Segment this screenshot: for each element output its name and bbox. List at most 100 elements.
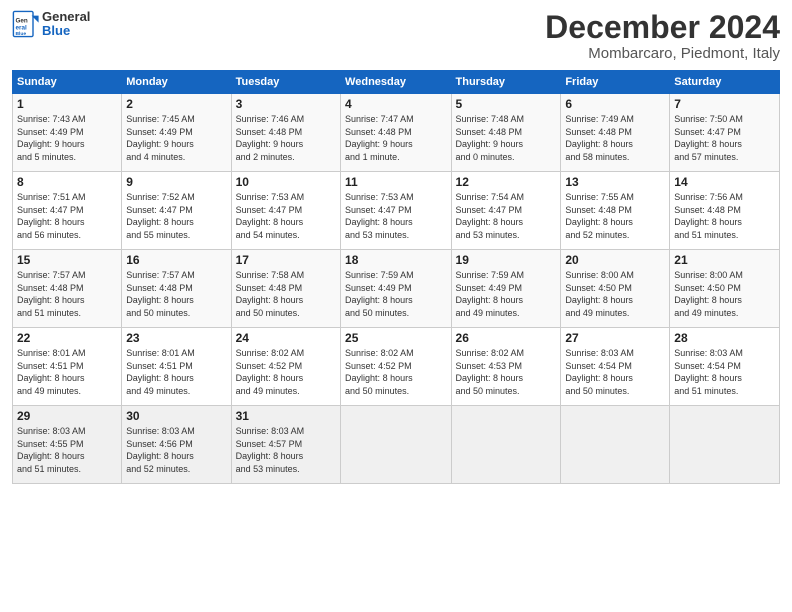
day-number: 9 xyxy=(126,175,226,189)
calendar-cell: 7 Sunrise: 7:50 AM Sunset: 4:47 PM Daylig… xyxy=(670,94,780,172)
day-number: 22 xyxy=(17,331,117,345)
calendar-cell: 31 Sunrise: 8:03 AM Sunset: 4:57 PM Dayli… xyxy=(231,406,340,484)
calendar-cell: 15Sunrise: 7:57 AM Sunset: 4:48 PM Dayli… xyxy=(13,250,122,328)
day-number: 26 xyxy=(456,331,557,345)
day-number: 18 xyxy=(345,253,446,267)
logo: Gen eral Blue General Blue xyxy=(12,10,90,39)
day-detail: Sunrise: 8:03 AM Sunset: 4:55 PM Dayligh… xyxy=(17,425,117,475)
day-detail: Sunrise: 8:01 AM Sunset: 4:51 PM Dayligh… xyxy=(17,347,117,397)
col-sunday: Sunday xyxy=(13,71,122,94)
day-detail: Sunrise: 7:58 AM Sunset: 4:48 PM Dayligh… xyxy=(236,269,336,319)
logo-blue: Blue xyxy=(42,24,90,38)
day-number: 17 xyxy=(236,253,336,267)
col-tuesday: Tuesday xyxy=(231,71,340,94)
main-container: Gen eral Blue General Blue December 2024… xyxy=(0,0,792,494)
day-detail: Sunrise: 7:52 AM Sunset: 4:47 PM Dayligh… xyxy=(126,191,226,241)
calendar-cell: 21Sunrise: 8:00 AM Sunset: 4:50 PM Dayli… xyxy=(670,250,780,328)
calendar-cell: 3Sunrise: 7:46 AM Sunset: 4:48 PM Daylig… xyxy=(231,94,340,172)
col-monday: Monday xyxy=(122,71,231,94)
day-detail: Sunrise: 7:53 AM Sunset: 4:47 PM Dayligh… xyxy=(236,191,336,241)
calendar-cell: 28Sunrise: 8:03 AM Sunset: 4:54 PM Dayli… xyxy=(670,328,780,406)
calendar-cell: 1 Sunrise: 7:43 AM Sunset: 4:49 PM Daylig… xyxy=(13,94,122,172)
month-title: December 2024 xyxy=(545,10,780,45)
day-detail: Sunrise: 7:50 AM Sunset: 4:47 PM Dayligh… xyxy=(674,113,775,163)
day-detail: Sunrise: 7:59 AM Sunset: 4:49 PM Dayligh… xyxy=(456,269,557,319)
svg-text:eral: eral xyxy=(16,25,27,32)
day-number: 1 xyxy=(17,97,117,111)
location: Mombarcaro, Piedmont, Italy xyxy=(545,45,780,62)
calendar-cell: 6Sunrise: 7:49 AM Sunset: 4:48 PM Daylig… xyxy=(561,94,670,172)
day-number: 11 xyxy=(345,175,446,189)
calendar-cell: 18 Sunrise: 7:59 AM Sunset: 4:49 PM Dayli… xyxy=(341,250,451,328)
day-number: 14 xyxy=(674,175,775,189)
calendar-week-4: 22 Sunrise: 8:01 AM Sunset: 4:51 PM Dayli… xyxy=(13,328,780,406)
svg-text:Gen: Gen xyxy=(16,18,28,25)
calendar-week-1: 1 Sunrise: 7:43 AM Sunset: 4:49 PM Daylig… xyxy=(13,94,780,172)
day-detail: Sunrise: 7:54 AM Sunset: 4:47 PM Dayligh… xyxy=(456,191,557,241)
logo-text: General Blue xyxy=(42,10,90,39)
calendar-cell: 16Sunrise: 7:57 AM Sunset: 4:48 PM Dayli… xyxy=(122,250,231,328)
calendar-cell: 25 Sunrise: 8:02 AM Sunset: 4:52 PM Dayli… xyxy=(341,328,451,406)
calendar-header-row: Sunday Monday Tuesday Wednesday Thursday… xyxy=(13,71,780,94)
calendar-cell xyxy=(341,406,451,484)
day-detail: Sunrise: 7:45 AM Sunset: 4:49 PM Dayligh… xyxy=(126,113,226,163)
calendar-cell: 10 Sunrise: 7:53 AM Sunset: 4:47 PM Dayli… xyxy=(231,172,340,250)
calendar-week-5: 29Sunrise: 8:03 AM Sunset: 4:55 PM Dayli… xyxy=(13,406,780,484)
calendar-week-2: 8 Sunrise: 7:51 AM Sunset: 4:47 PM Daylig… xyxy=(13,172,780,250)
calendar-week-3: 15Sunrise: 7:57 AM Sunset: 4:48 PM Dayli… xyxy=(13,250,780,328)
day-detail: Sunrise: 8:02 AM Sunset: 4:52 PM Dayligh… xyxy=(236,347,336,397)
day-number: 16 xyxy=(126,253,226,267)
day-detail: Sunrise: 7:53 AM Sunset: 4:47 PM Dayligh… xyxy=(345,191,446,241)
day-number: 5 xyxy=(456,97,557,111)
calendar-cell xyxy=(451,406,561,484)
day-detail: Sunrise: 8:03 AM Sunset: 4:57 PM Dayligh… xyxy=(236,425,336,475)
calendar-cell: 26 Sunrise: 8:02 AM Sunset: 4:53 PM Dayli… xyxy=(451,328,561,406)
logo-general: General xyxy=(42,10,90,24)
day-detail: Sunrise: 7:47 AM Sunset: 4:48 PM Dayligh… xyxy=(345,113,446,163)
day-number: 6 xyxy=(565,97,665,111)
calendar-cell: 11 Sunrise: 7:53 AM Sunset: 4:47 PM Dayli… xyxy=(341,172,451,250)
day-number: 2 xyxy=(126,97,226,111)
day-number: 25 xyxy=(345,331,446,345)
title-section: December 2024 Mombarcaro, Piedmont, Ital… xyxy=(545,10,780,62)
calendar-cell: 30 Sunrise: 8:03 AM Sunset: 4:56 PM Dayli… xyxy=(122,406,231,484)
day-detail: Sunrise: 8:02 AM Sunset: 4:52 PM Dayligh… xyxy=(345,347,446,397)
day-number: 12 xyxy=(456,175,557,189)
day-detail: Sunrise: 7:59 AM Sunset: 4:49 PM Dayligh… xyxy=(345,269,446,319)
day-detail: Sunrise: 7:56 AM Sunset: 4:48 PM Dayligh… xyxy=(674,191,775,241)
day-detail: Sunrise: 8:03 AM Sunset: 4:56 PM Dayligh… xyxy=(126,425,226,475)
day-number: 27 xyxy=(565,331,665,345)
col-friday: Friday xyxy=(561,71,670,94)
calendar-cell: 5 Sunrise: 7:48 AM Sunset: 4:48 PM Daylig… xyxy=(451,94,561,172)
logo-icon: Gen eral Blue xyxy=(12,10,40,38)
day-number: 28 xyxy=(674,331,775,345)
day-detail: Sunrise: 8:03 AM Sunset: 4:54 PM Dayligh… xyxy=(565,347,665,397)
calendar-cell xyxy=(670,406,780,484)
calendar-cell: 17 Sunrise: 7:58 AM Sunset: 4:48 PM Dayli… xyxy=(231,250,340,328)
day-number: 24 xyxy=(236,331,336,345)
calendar-cell: 13Sunrise: 7:55 AM Sunset: 4:48 PM Dayli… xyxy=(561,172,670,250)
calendar-cell: 24 Sunrise: 8:02 AM Sunset: 4:52 PM Dayli… xyxy=(231,328,340,406)
calendar-cell: 8 Sunrise: 7:51 AM Sunset: 4:47 PM Daylig… xyxy=(13,172,122,250)
day-number: 10 xyxy=(236,175,336,189)
day-number: 30 xyxy=(126,409,226,423)
calendar-cell: 22 Sunrise: 8:01 AM Sunset: 4:51 PM Dayli… xyxy=(13,328,122,406)
day-detail: Sunrise: 8:02 AM Sunset: 4:53 PM Dayligh… xyxy=(456,347,557,397)
day-detail: Sunrise: 7:48 AM Sunset: 4:48 PM Dayligh… xyxy=(456,113,557,163)
day-number: 4 xyxy=(345,97,446,111)
day-detail: Sunrise: 8:01 AM Sunset: 4:51 PM Dayligh… xyxy=(126,347,226,397)
day-number: 23 xyxy=(126,331,226,345)
calendar-cell xyxy=(561,406,670,484)
day-detail: Sunrise: 7:43 AM Sunset: 4:49 PM Dayligh… xyxy=(17,113,117,163)
calendar-cell: 20Sunrise: 8:00 AM Sunset: 4:50 PM Dayli… xyxy=(561,250,670,328)
day-number: 21 xyxy=(674,253,775,267)
calendar-cell: 14 Sunrise: 7:56 AM Sunset: 4:48 PM Dayli… xyxy=(670,172,780,250)
day-number: 31 xyxy=(236,409,336,423)
day-number: 3 xyxy=(236,97,336,111)
day-detail: Sunrise: 7:55 AM Sunset: 4:48 PM Dayligh… xyxy=(565,191,665,241)
calendar-cell: 29Sunrise: 8:03 AM Sunset: 4:55 PM Dayli… xyxy=(13,406,122,484)
day-number: 7 xyxy=(674,97,775,111)
day-detail: Sunrise: 7:51 AM Sunset: 4:47 PM Dayligh… xyxy=(17,191,117,241)
day-number: 8 xyxy=(17,175,117,189)
day-detail: Sunrise: 7:57 AM Sunset: 4:48 PM Dayligh… xyxy=(17,269,117,319)
